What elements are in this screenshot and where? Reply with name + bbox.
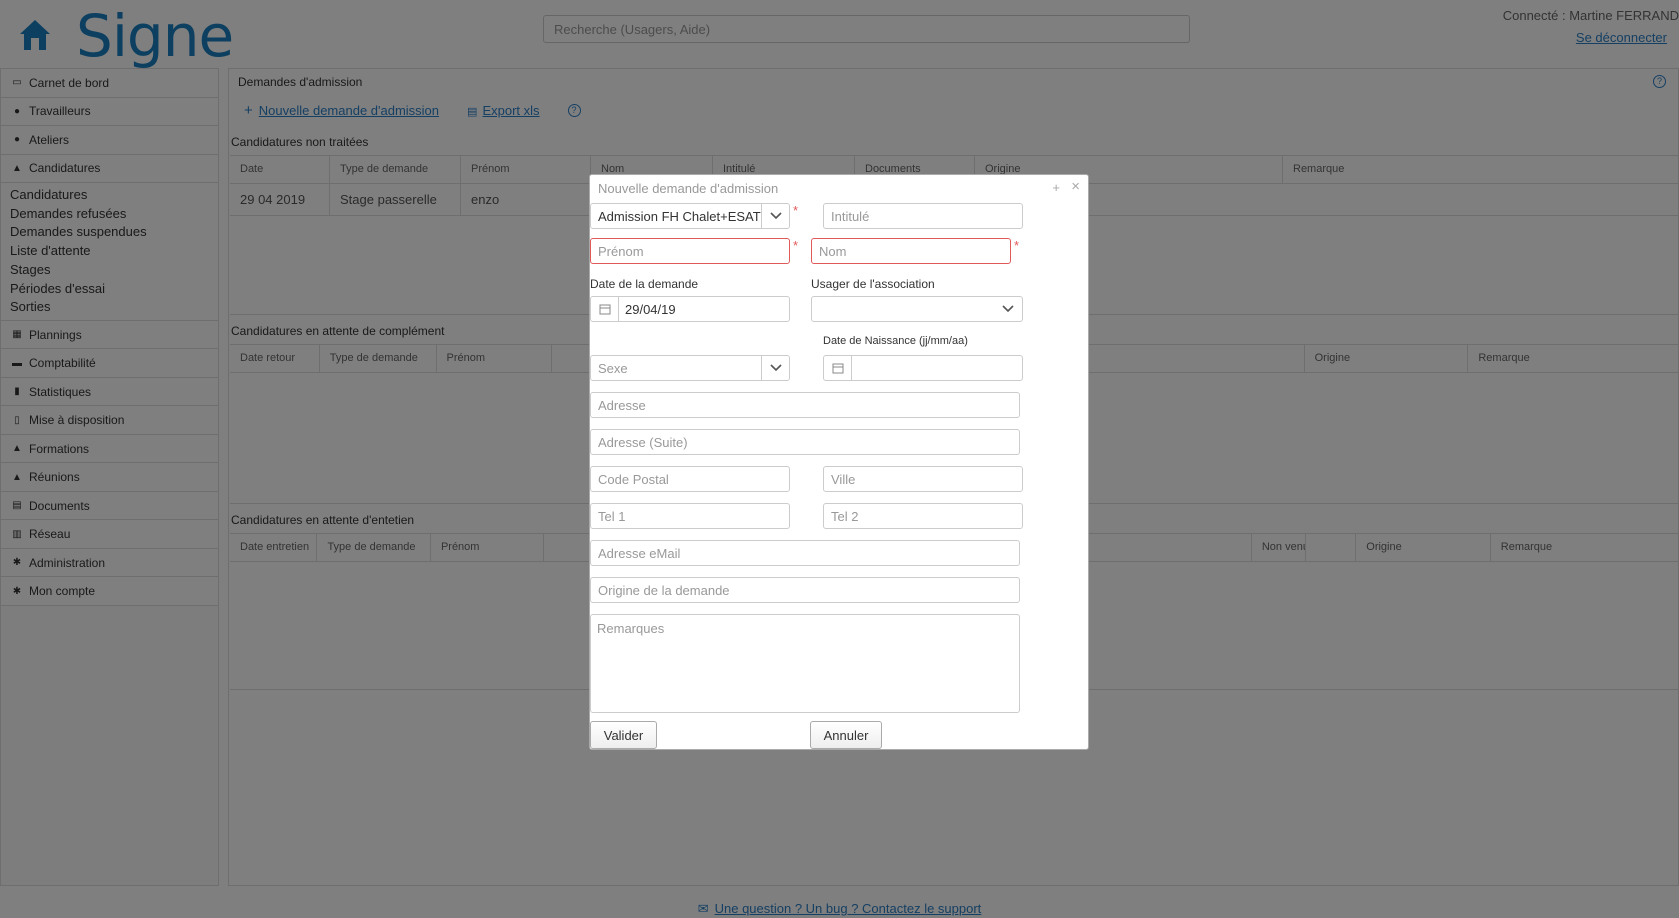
nom-field[interactable]: Nom [811,238,1011,264]
ville-field[interactable]: Ville [823,466,1023,492]
usager-select[interactable] [811,296,1023,322]
chevron-down-icon [994,297,1022,321]
origine-field[interactable]: Origine de la demande [590,577,1020,603]
remarques-textarea[interactable]: Remarques [590,614,1020,713]
tel1-placeholder: Tel 1 [598,508,626,524]
adresse-suite-placeholder: Adresse (Suite) [598,434,688,450]
email-field[interactable]: Adresse eMail [590,540,1020,566]
date-label: Date de la demande [590,277,699,291]
sexe-select[interactable]: Sexe [590,355,790,381]
ville-placeholder: Ville [831,471,856,487]
adresse-suite-field[interactable]: Adresse (Suite) [590,429,1020,455]
sexe-placeholder: Sexe [598,360,628,376]
close-icon[interactable]: × [1071,178,1080,195]
annuler-button[interactable]: Annuler [810,721,882,749]
request-type-select[interactable]: Admission FH Chalet+ESAT [590,203,790,229]
code-postal-field[interactable]: Code Postal [590,466,790,492]
required-marker: * [1014,238,1020,253]
required-marker: * [793,203,799,218]
naissance-label: Date de Naissance (jj/mm/aa) [823,335,968,347]
naissance-field[interactable] [823,355,1023,381]
valider-button[interactable]: Valider [590,721,657,749]
remarques-placeholder: Remarques [597,621,665,636]
required-marker: * [793,238,799,253]
prenom-placeholder: Prénom [598,243,644,259]
code-postal-placeholder: Code Postal [598,471,669,487]
maximize-icon[interactable]: + [1052,180,1060,195]
calendar-icon [591,297,619,321]
new-request-dialog: Nouvelle demande d'admission + × Admissi… [589,174,1089,750]
intitule-field[interactable]: Intitulé [823,203,1023,229]
tel1-field[interactable]: Tel 1 [590,503,790,529]
date-value: 29/04/19 [625,301,676,317]
request-type-value: Admission FH Chalet+ESAT [598,208,761,224]
usager-label: Usager de l'association [811,277,935,291]
nom-placeholder: Nom [819,243,847,259]
adresse-placeholder: Adresse [598,397,646,413]
date-field[interactable]: 29/04/19 [590,296,790,322]
chevron-down-icon [761,204,789,228]
tel2-placeholder: Tel 2 [831,508,859,524]
calendar-icon [824,356,852,380]
adresse-field[interactable]: Adresse [590,392,1020,418]
chevron-down-icon [761,356,789,380]
tel2-field[interactable]: Tel 2 [823,503,1023,529]
email-placeholder: Adresse eMail [598,545,681,561]
intitule-placeholder: Intitulé [831,208,870,224]
dialog-title: Nouvelle demande d'admission [598,181,779,196]
prenom-field[interactable]: Prénom [590,238,790,264]
origine-placeholder: Origine de la demande [598,582,730,598]
